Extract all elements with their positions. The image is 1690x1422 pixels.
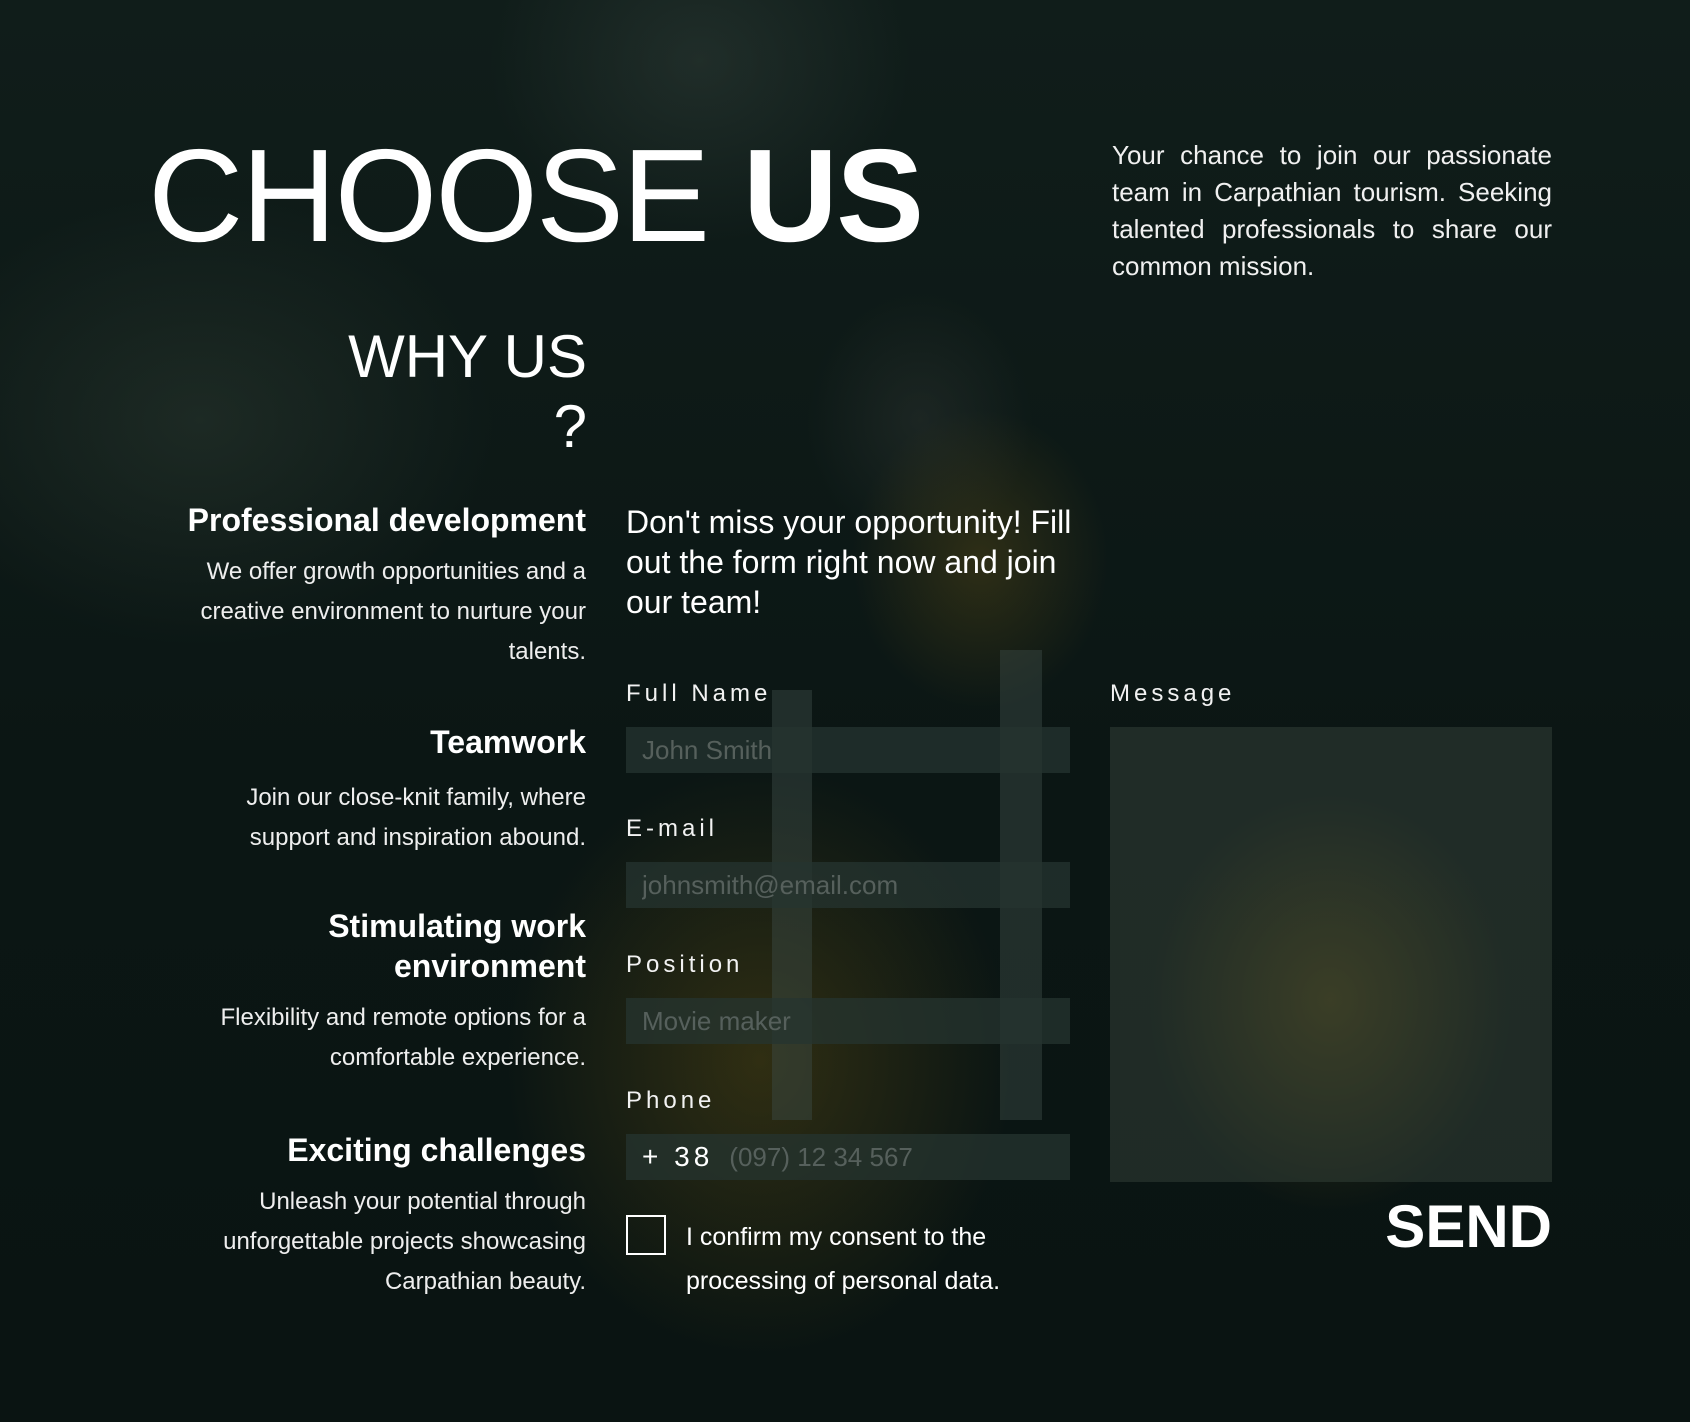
feature-text: Unleash your potential through unforgett… xyxy=(223,1188,586,1295)
send-button[interactable]: SEND xyxy=(1350,1192,1552,1262)
page-title: CHOOSE US xyxy=(148,130,924,262)
consent-checkbox[interactable] xyxy=(626,1215,666,1255)
position-input[interactable] xyxy=(626,998,1070,1044)
email-label: E-mail xyxy=(626,815,719,842)
feature-text: Join our close-knit family, where suppor… xyxy=(246,784,586,851)
phone-input[interactable] xyxy=(727,1133,1070,1181)
email-input[interactable] xyxy=(626,862,1070,908)
form-cta-text: Don't miss your opportunity! Fill out th… xyxy=(626,504,1072,620)
feature-title: Teamwork xyxy=(430,724,586,760)
full-name-input[interactable] xyxy=(626,727,1070,773)
position-label: Position xyxy=(626,951,744,978)
phone-prefix: + 38 xyxy=(642,1141,714,1172)
message-textarea[interactable] xyxy=(1110,727,1552,1182)
title-light: CHOOSE xyxy=(148,122,710,269)
phone-field: + 38 xyxy=(626,1133,1070,1181)
feature-title: Stimulating work environment xyxy=(328,908,586,984)
intro-text: Your chance to join our passionate team … xyxy=(1112,140,1552,281)
feature-teamwork: Teamwork Join our close-knit family, whe… xyxy=(150,722,586,858)
feature-professional-development: Professional development We offer growth… xyxy=(150,500,586,672)
message-label: Message xyxy=(1110,680,1236,707)
why-us-heading: WHY US ? xyxy=(348,323,587,460)
title-bold: US xyxy=(742,122,924,269)
feature-text: Flexibility and remote options for a com… xyxy=(220,1004,586,1071)
consent-text: I confirm my consent to the processing o… xyxy=(686,1223,1001,1295)
feature-title: Exciting challenges xyxy=(287,1132,586,1168)
feature-title: Professional development xyxy=(187,502,586,538)
phone-label: Phone xyxy=(626,1087,716,1114)
full-name-label: Full Name xyxy=(626,680,772,707)
feature-exciting-challenges: Exciting challenges Unleash your potenti… xyxy=(150,1130,586,1302)
feature-stimulating-work-environment: Stimulating work environment Flexibility… xyxy=(150,906,586,1078)
feature-text: We offer growth opportunities and a crea… xyxy=(200,558,586,665)
